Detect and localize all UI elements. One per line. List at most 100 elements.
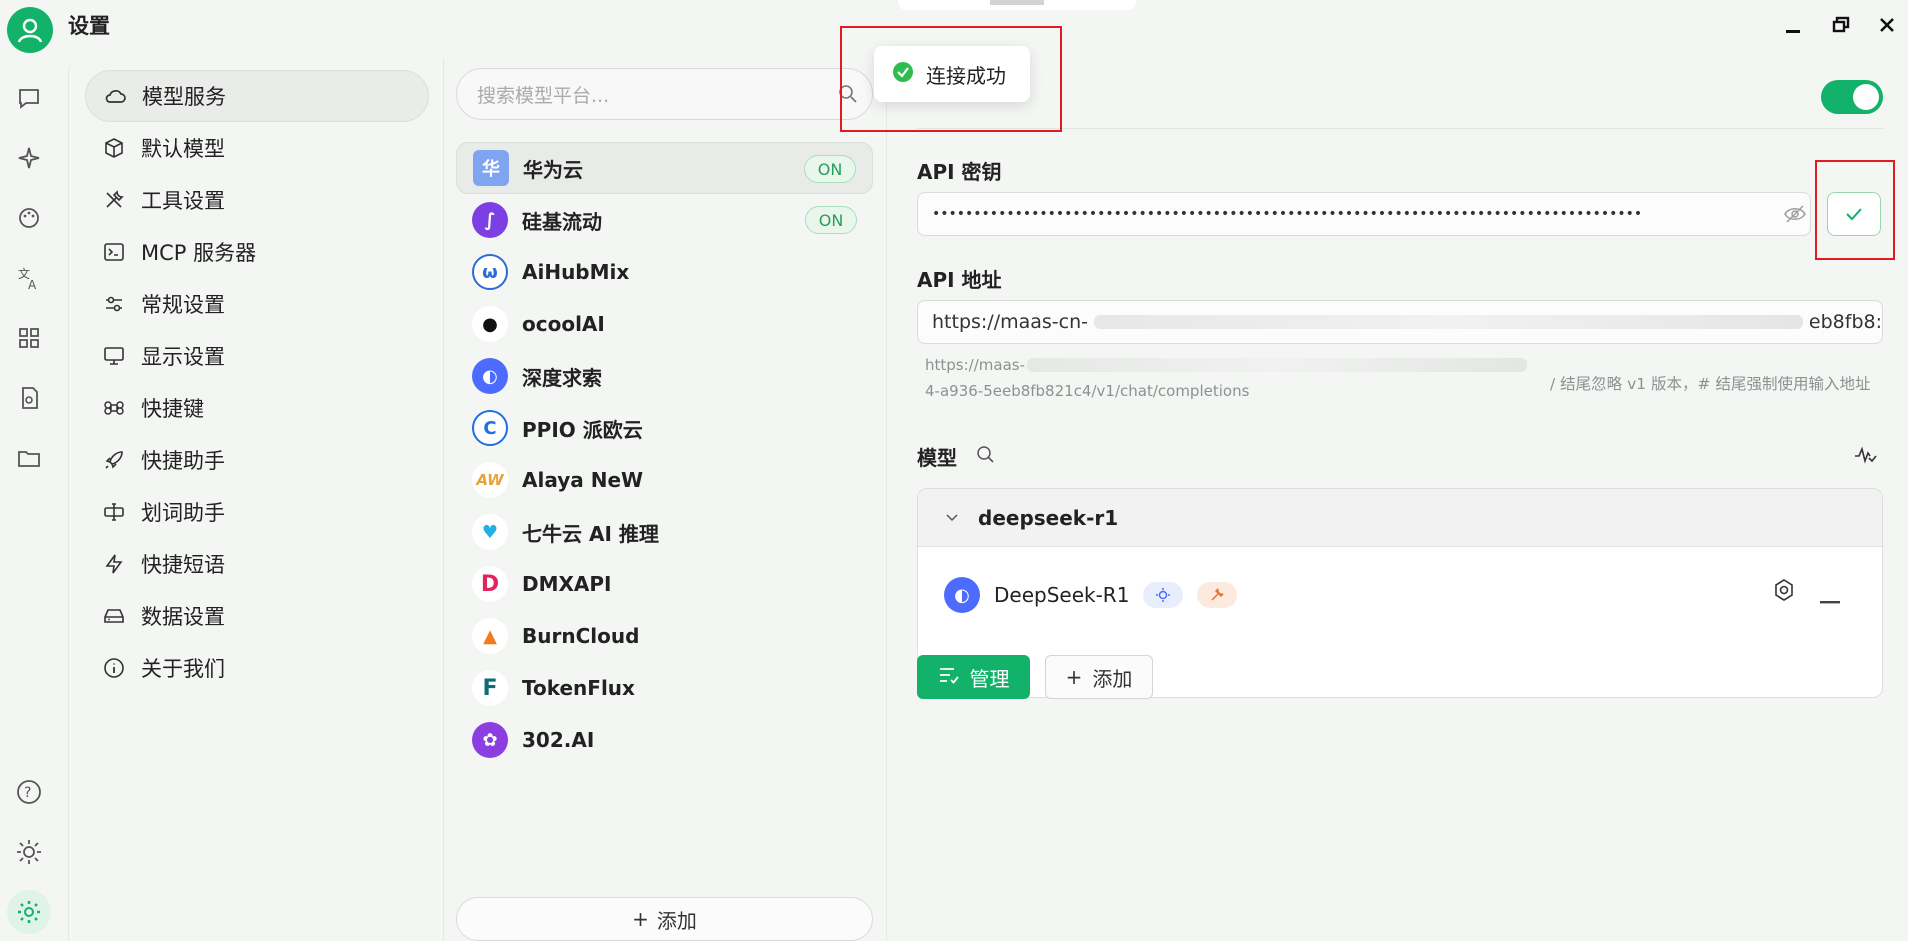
chevron-down-icon — [944, 506, 960, 530]
provider-item-dmxapi[interactable]: D DMXAPI — [456, 558, 873, 610]
restore-button[interactable] — [1826, 10, 1856, 40]
provider-name: 七牛云 AI 推理 — [522, 521, 659, 546]
nav-item-label: 快捷助手 — [141, 449, 225, 473]
nav-item-quick-phrases[interactable]: 快捷短语 — [85, 538, 429, 590]
provider-item-qiniu[interactable]: ♥ 七牛云 AI 推理 — [456, 506, 873, 558]
reasoning-tag-icon — [1143, 582, 1184, 608]
provider-detail: API 密钥 •••••••••••••••••••••••••••••••••… — [886, 58, 1908, 941]
provider-item-alaya[interactable]: AW Alaya NeW — [456, 454, 873, 506]
model-health-check-icon[interactable] — [1853, 444, 1877, 471]
remove-model-icon[interactable] — [1820, 588, 1842, 610]
nav-item-display[interactable]: 显示设置 — [85, 330, 429, 382]
model-search-icon[interactable] — [975, 444, 997, 471]
nav-item-label: 工具设置 — [141, 189, 225, 213]
aihubmix-logo-icon: ω — [472, 254, 508, 290]
url-hint-note: / 结尾忽略 v1 版本，# 结尾强制使用输入地址 — [1550, 375, 1871, 393]
nav-item-tools[interactable]: 工具设置 — [85, 174, 429, 226]
lightning-icon — [101, 551, 127, 577]
provider-item-siliconflow[interactable]: ∫ 硅基流动 ON — [456, 194, 873, 246]
dmxapi-logo-icon: D — [472, 566, 508, 602]
provider-search-input[interactable]: 搜索模型平台... — [456, 68, 873, 120]
add-model-button[interactable]: + 添加 — [1045, 655, 1153, 699]
provider-item-ocoolai[interactable]: ● ocoolAI — [456, 298, 873, 350]
nav-item-general[interactable]: 常规设置 — [85, 278, 429, 330]
deepseek-model-icon: ◐ — [944, 577, 980, 613]
window-title: 设置 — [68, 14, 110, 38]
provider-name: Alaya NeW — [522, 468, 644, 492]
nav-item-default-model[interactable]: 默认模型 — [85, 122, 429, 174]
nav-item-label: 显示设置 — [141, 345, 225, 369]
provider-name: DMXAPI — [522, 572, 612, 596]
nav-item-label: 快捷短语 — [141, 553, 225, 577]
provider-item-huawei[interactable]: 华 华为云 ON — [456, 142, 873, 194]
minimize-button[interactable] — [1778, 10, 1808, 40]
provider-item-aihubmix[interactable]: ω AiHubMix — [456, 246, 873, 298]
rail-assistant-button[interactable] — [13, 142, 45, 174]
nav-item-data[interactable]: 数据设置 — [85, 590, 429, 642]
provider-list: 搜索模型平台... 华 华为云 ON ∫ 硅基流动 ON ω AiHubMix … — [443, 58, 885, 941]
settings-gear-icon — [18, 901, 40, 923]
cube-icon — [101, 135, 127, 161]
provider-item-deepseek[interactable]: ◐ 深度求索 — [456, 350, 873, 402]
rail-help-button[interactable]: ? — [13, 776, 45, 808]
provider-item-302ai[interactable]: ✿ 302.AI — [456, 714, 873, 766]
drag-handle[interactable] — [898, 0, 1136, 10]
rail-translate-button[interactable]: 文A — [13, 262, 45, 294]
provider-item-burncloud[interactable]: ▲ BurnCloud — [456, 610, 873, 662]
provider-item-ppio[interactable]: C PPIO 派欧云 — [456, 402, 873, 454]
model-group-header[interactable]: deepseek-r1 — [918, 489, 1882, 547]
close-button[interactable] — [1872, 10, 1902, 40]
user-avatar[interactable] — [7, 7, 53, 53]
manage-models-button[interactable]: 管理 — [917, 655, 1030, 699]
alaya-logo-icon: AW — [472, 462, 508, 498]
redacted-blur — [1094, 315, 1803, 329]
palette-icon — [19, 208, 39, 228]
provider-enable-toggle[interactable] — [1821, 80, 1883, 114]
burncloud-logo-icon: ▲ — [472, 618, 508, 654]
model-settings-icon[interactable] — [1771, 577, 1797, 608]
provider-name: 深度求索 — [522, 365, 602, 390]
help-icon: ? — [17, 780, 41, 804]
add-provider-button[interactable]: + 添加 — [456, 897, 873, 941]
siliconflow-logo-icon: ∫ — [472, 202, 508, 238]
command-icon — [101, 395, 127, 421]
rail-chat-button[interactable] — [13, 82, 45, 114]
rail-paint-button[interactable] — [13, 202, 45, 234]
nav-item-label: 默认模型 — [141, 137, 225, 161]
search-placeholder: 搜索模型平台... — [477, 84, 610, 107]
sliders-icon — [101, 291, 127, 317]
rail-files-button[interactable] — [13, 442, 45, 474]
restore-icon — [1832, 16, 1850, 33]
api-url-label: API 地址 — [917, 268, 1002, 292]
icon-rail: 文A ? — [0, 58, 58, 941]
eye-off-icon[interactable] — [1783, 204, 1807, 229]
rail-theme-button[interactable] — [13, 836, 45, 868]
qiniu-logo-icon: ♥ — [472, 514, 508, 550]
model-group-name: deepseek-r1 — [978, 505, 1119, 530]
nav-item-quick-assistant[interactable]: 快捷助手 — [85, 434, 429, 486]
svg-text:?: ? — [24, 785, 31, 801]
nav-item-shortcuts[interactable]: 快捷键 — [85, 382, 429, 434]
api-url-input[interactable]: https://maas-cn- eb8fb8: — [917, 300, 1883, 344]
translate-icon: 文A — [18, 266, 37, 291]
rail-apps-button[interactable] — [13, 322, 45, 354]
nav-item-model-service[interactable]: 模型服务 — [85, 70, 429, 122]
minimize-icon — [1786, 30, 1800, 33]
nav-item-mcp[interactable]: MCP 服务器 — [85, 226, 429, 278]
ocoolai-logo-icon: ● — [472, 306, 508, 342]
provider-item-tokenflux[interactable]: F TokenFlux — [456, 662, 873, 714]
rail-settings-button[interactable] — [7, 890, 51, 934]
nav-item-selection-assistant[interactable]: 划词助手 — [85, 486, 429, 538]
api-key-input[interactable]: ••••••••••••••••••••••••••••••••••••••••… — [917, 192, 1811, 236]
sparkle-icon — [18, 147, 40, 169]
plus-icon: + — [632, 907, 649, 931]
url-hint-line2: 4-a936-5eeb8fb821c4/v1/chat/completions — [925, 382, 1250, 400]
file-search-icon — [22, 387, 38, 409]
model-name: DeepSeek-R1 — [994, 583, 1130, 607]
provider-name: 华为云 — [523, 157, 583, 182]
highlight-box-toast — [840, 26, 1062, 132]
rail-knowledge-button[interactable] — [13, 382, 45, 414]
tools-icon — [101, 187, 127, 213]
nav-item-about[interactable]: 关于我们 — [85, 642, 429, 694]
settings-nav: 模型服务 默认模型 工具设置 MCP 服务器 常规设置 显示设置 快捷键 快捷助… — [68, 58, 443, 941]
